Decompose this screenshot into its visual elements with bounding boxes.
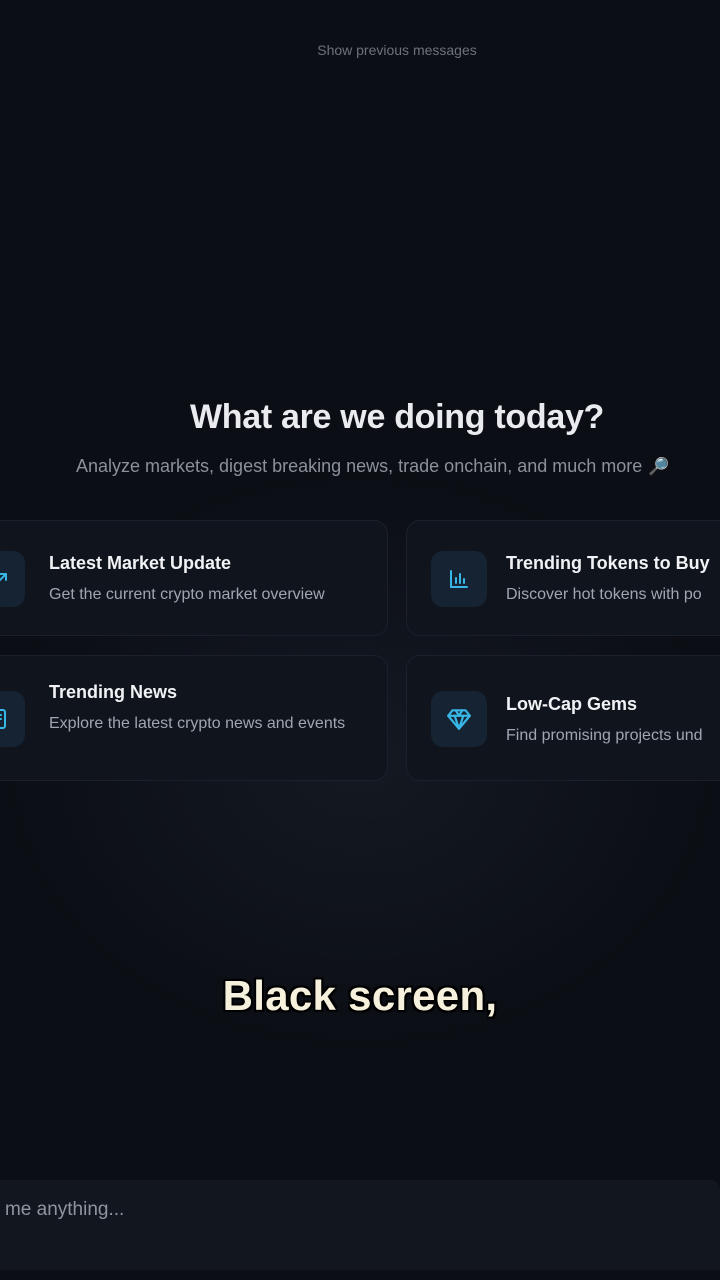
suggestion-title: Trending Tokens to Buy	[506, 553, 710, 573]
show-previous-messages-link[interactable]: Show previous messages	[0, 42, 720, 58]
hero-title: What are we doing today?	[189, 398, 605, 436]
suggestion-description: Get the current crypto market overview	[49, 586, 325, 603]
suggestion-title: Latest Market Update	[49, 553, 232, 573]
suggestion-card-trending-tokens[interactable]: Trending Tokens to Buy Discover hot toke…	[406, 520, 720, 636]
suggestion-description: Explore the latest crypto news and event…	[49, 715, 346, 732]
background-glow	[0, 0, 720, 1280]
suggestion-card-trending-news[interactable]: Trending News Explore the latest crypto …	[0, 655, 388, 781]
magnifier-emoji: 🔎	[648, 457, 670, 476]
newspaper-icon	[0, 691, 25, 747]
chat-composer	[0, 1180, 720, 1270]
hero-subtitle-text: Analyze markets, digest breaking news, t…	[76, 456, 643, 476]
diamond-icon	[431, 691, 487, 747]
suggestion-card-low-cap-gems[interactable]: Low-Cap Gems Find promising projects und	[406, 655, 720, 781]
suggestion-description: Find promising projects und	[506, 727, 703, 744]
hero-subtitle: Analyze markets, digest breaking news, t…	[76, 456, 669, 477]
chat-input[interactable]	[0, 1188, 708, 1232]
suggestion-title: Trending News	[49, 682, 178, 702]
suggestion-card-latest-market-update[interactable]: Latest Market Update Get the current cry…	[0, 520, 388, 636]
suggestion-title: Low-Cap Gems	[506, 694, 638, 714]
trending-up-icon	[0, 551, 25, 607]
suggestion-description: Discover hot tokens with po	[506, 586, 702, 603]
bar-chart-icon	[431, 551, 487, 607]
video-caption: Black screen,	[222, 972, 498, 1019]
